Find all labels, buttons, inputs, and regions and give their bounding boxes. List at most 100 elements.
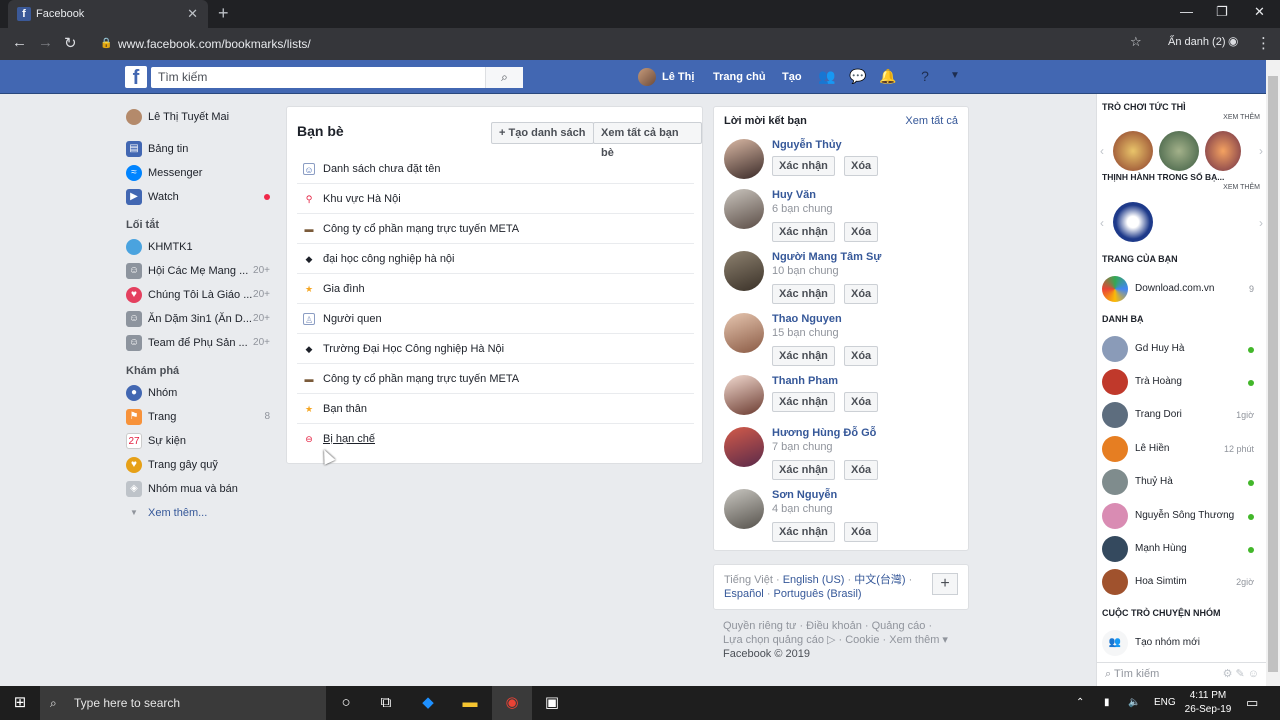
camtasia-icon[interactable]: ▣ [532,686,572,720]
confirm-button[interactable]: Xác nhận [772,346,835,366]
requester-name[interactable]: Người Mang Tâm Sự [772,251,881,263]
cortana-icon[interactable]: ○ [326,686,366,720]
game-thumbnail[interactable] [1205,131,1241,171]
language-link[interactable]: Español [724,588,764,600]
facebook-search-input[interactable]: Tìm kiếm ⌕ [151,67,523,88]
shortcut-item[interactable]: ☺ Ăn Dặm 3in1 (Ăn D... 20+ [126,308,276,332]
shortcut-item[interactable]: KHMTK1 [126,236,276,260]
confirm-button[interactable]: Xác nhận [772,284,835,304]
reload-icon[interactable]: ↻ [64,34,77,52]
footer-links[interactable]: Lựa chọn quảng cáo ▷ · Cookie · Xem thêm… [723,633,973,647]
chevron-right-icon[interactable]: › [1259,216,1263,230]
delete-button[interactable]: Xóa [844,522,879,542]
minimize-icon[interactable]: — [1180,4,1193,19]
chevron-left-icon[interactable]: ‹ [1100,144,1104,158]
left-nav-messenger[interactable]: ≈ Messenger [126,162,276,186]
list-item[interactable]: ◆ đại học công nghiệp hà nội [297,244,694,274]
file-explorer-icon[interactable]: ▬ [450,686,490,720]
language-indicator[interactable]: ENG [1154,686,1176,720]
help-icon[interactable]: ? [917,68,933,84]
game-thumbnail[interactable] [1113,131,1153,171]
contact-item[interactable]: Mạnh Hùng [1102,536,1262,564]
see-more-link[interactable]: XEM THÊM [1223,184,1260,191]
page-scrollbar[interactable] [1266,60,1280,686]
notification-center-icon[interactable]: ▭ [1246,686,1258,720]
requester-avatar[interactable] [724,139,764,179]
bookmark-star-icon[interactable]: ☆ [1130,34,1142,50]
app-icon[interactable]: ◆ [408,686,448,720]
confirm-button[interactable]: Xác nhận [772,522,835,542]
see-more-link[interactable]: ▼ Xem thêm... [126,502,276,526]
create-group-button[interactable]: 👥 Tạo nhóm mới [1102,630,1262,658]
maximize-icon[interactable]: ❐ [1216,4,1228,20]
profile-avatar[interactable] [638,68,656,86]
requester-name[interactable]: Thao Nguyen [772,313,842,325]
new-tab-icon[interactable]: + [218,3,229,24]
explore-item-events[interactable]: 27 Sự kiện [126,430,276,454]
chevron-left-icon[interactable]: ‹ [1100,216,1104,230]
footer-links[interactable]: Quyền riêng tư · Điều khoản · Quảng cáo … [723,619,973,633]
address-bar[interactable]: 🔒 www.facebook.com/bookmarks/lists/ [100,33,1140,55]
confirm-button[interactable]: Xác nhận [772,222,835,242]
list-item[interactable]: ★ Gia đình [297,274,694,304]
list-item[interactable]: ♙ Người quen [297,304,694,334]
create-link[interactable]: Tạo [782,60,802,94]
delete-button[interactable]: Xóa [844,460,879,480]
confirm-button[interactable]: Xác nhận [772,392,835,412]
forward-icon[interactable]: → [38,34,53,51]
friend-requests-icon[interactable]: 👥 [818,68,835,84]
confirm-button[interactable]: Xác nhận [772,460,835,480]
chat-settings-icon[interactable]: ⚙ ✎ ☺ [1223,663,1259,685]
requester-avatar[interactable] [724,427,764,467]
close-tab-icon[interactable]: ✕ [187,0,198,28]
browser-tab[interactable]: f Facebook ✕ [8,0,208,28]
messenger-icon[interactable]: 💬 [849,68,866,84]
scrollbar-thumb[interactable] [1268,76,1278,672]
list-item[interactable]: ◆ Trường Đại Học Công nghiệp Hà Nội [297,334,694,364]
delete-button[interactable]: Xóa [844,156,879,176]
tray-device-icon[interactable]: ▮ [1104,686,1110,720]
incognito-icon[interactable]: ◉ [1228,34,1238,48]
requester-name[interactable]: Nguyễn Thủy [772,139,842,151]
delete-button[interactable]: Xóa [844,346,879,366]
requester-name[interactable]: Huy Văn [772,189,816,201]
see-more-link[interactable]: XEM THÊM [1223,114,1260,121]
page-item[interactable]: Download.com.vn 9 [1102,276,1262,304]
game-thumbnail[interactable] [1159,131,1199,171]
create-list-button[interactable]: + Tạo danh sách [491,122,594,144]
system-clock[interactable]: 4:11 PM 26-Sep-19 [1184,689,1232,717]
left-nav-user[interactable]: Lê Thị Tuyết Mai [126,106,276,130]
back-icon[interactable]: ← [12,34,27,51]
contact-item[interactable]: Gd Huy Hà [1102,336,1262,364]
list-item[interactable]: ⚲ Khu vực Hà Nội [297,184,694,214]
contact-item[interactable]: Thuỷ Hà [1102,469,1262,497]
notifications-icon[interactable]: 🔔 [879,68,896,84]
requester-avatar[interactable] [724,375,764,415]
windows-start-icon[interactable]: ⊞ [0,686,40,720]
shortcut-item[interactable]: ☺ Team để Phụ Sản ... 20+ [126,332,276,356]
language-link[interactable]: English (US) [783,574,845,586]
shortcut-item[interactable]: ♥ Chúng Tôi Là Giáo ... 20+ [126,284,276,308]
contact-item[interactable]: Trang Dori 1giờ [1102,402,1262,430]
see-all-requests-link[interactable]: Xem tất cả [905,115,958,127]
contact-item[interactable]: Lê Hiền 12 phút [1102,436,1262,464]
list-item[interactable]: ★ Bạn thân [297,394,694,424]
search-icon[interactable]: ⌕ [485,67,523,88]
contact-item[interactable]: Nguyễn Sông Thương [1102,503,1262,531]
chrome-icon[interactable]: ◉ [492,686,532,720]
list-item[interactable]: ▬ Công ty cổ phần mạng trực tuyến META [297,214,694,244]
shortcut-item[interactable]: ☺ Hội Các Mẹ Mang ... 20+ [126,260,276,284]
facebook-logo-icon[interactable]: f [125,66,147,89]
language-link[interactable]: Português (Brasil) [774,588,862,600]
taskbar-search[interactable]: ⌕ Type here to search [40,686,326,720]
incognito-label[interactable]: Ẩn danh (2) [1168,36,1225,48]
list-item[interactable]: ⊖ Bị hạn chế [297,424,694,454]
explore-item-buy-sell[interactable]: ◈ Nhóm mua và bán [126,478,276,502]
explore-item-pages[interactable]: ⚑ Trang 8 [126,406,276,430]
confirm-button[interactable]: Xác nhận [772,156,835,176]
delete-button[interactable]: Xóa [844,392,879,412]
billiards-game-icon[interactable] [1113,202,1153,242]
close-window-icon[interactable]: ✕ [1254,4,1265,20]
explore-item-fundraisers[interactable]: ♥ Trang gây quỹ [126,454,276,478]
contact-item[interactable]: Trà Hoàng [1102,369,1262,397]
